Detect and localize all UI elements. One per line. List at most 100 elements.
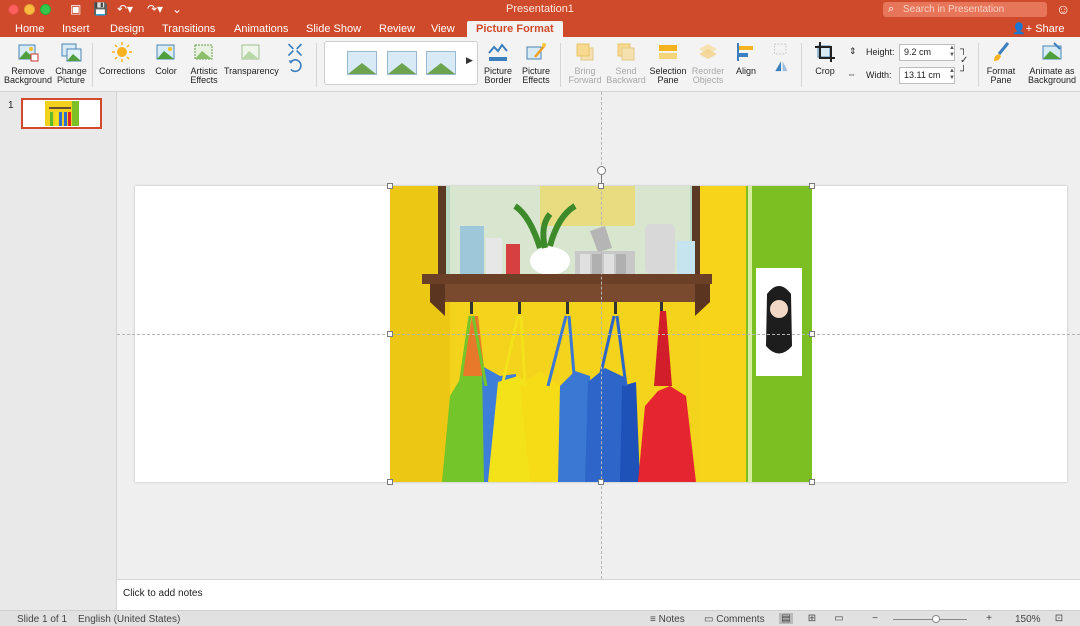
zoom-out-icon[interactable]: − bbox=[868, 613, 882, 624]
zoom-slider[interactable] bbox=[893, 615, 967, 623]
tab-insert[interactable]: Insert bbox=[62, 21, 90, 37]
slide-counter: Slide 1 of 1 bbox=[17, 614, 68, 625]
tab-picture-format[interactable]: Picture Format bbox=[467, 21, 563, 37]
notes-button[interactable]: ≡ Notes bbox=[650, 613, 685, 626]
reorder-objects-button[interactable]: Reorder Objects bbox=[690, 41, 726, 85]
send-backward-label-2: Backward bbox=[606, 75, 646, 85]
corrections-button[interactable]: Corrections bbox=[98, 41, 146, 76]
search-input[interactable]: ⌕ Search in Presentation bbox=[883, 2, 1047, 17]
remove-background-button[interactable]: Remove Background bbox=[4, 41, 52, 85]
zoom-slider-knob[interactable] bbox=[931, 615, 940, 623]
animate-as-background-button[interactable]: Animate as Background bbox=[1026, 41, 1078, 85]
fit-to-window-icon[interactable]: ⊡ bbox=[1052, 613, 1066, 624]
tab-slide-show[interactable]: Slide Show bbox=[306, 21, 361, 37]
share-label: Share bbox=[1035, 23, 1065, 35]
resize-handle-top[interactable] bbox=[598, 183, 604, 189]
picture-border-label-2: Border bbox=[484, 75, 512, 85]
compress-pictures-button[interactable] bbox=[283, 41, 307, 77]
language-indicator[interactable]: English (United States) bbox=[78, 613, 180, 626]
slide-canvas[interactable] bbox=[117, 92, 1080, 579]
height-icon: ⇕ bbox=[849, 46, 857, 56]
horizontal-smart-guide bbox=[117, 334, 1080, 335]
resize-handle-right[interactable] bbox=[809, 331, 815, 337]
selection-pane-button[interactable]: Selection Pane bbox=[648, 41, 688, 85]
ribbon: Remove Background Change Picture Correct… bbox=[0, 37, 1080, 92]
picture-style-1[interactable] bbox=[347, 51, 377, 75]
change-picture-icon bbox=[61, 43, 82, 62]
bring-forward-icon bbox=[576, 43, 594, 61]
width-field[interactable]: 13.11 cm bbox=[899, 67, 955, 84]
change-picture-label-2: Picture bbox=[56, 75, 85, 85]
resize-handle-left[interactable] bbox=[387, 331, 393, 337]
slide-thumbnail[interactable] bbox=[21, 98, 102, 129]
remove-background-icon bbox=[18, 44, 39, 62]
ribbon-separator bbox=[560, 43, 561, 87]
picture-style-2[interactable] bbox=[387, 51, 417, 75]
crop-icon bbox=[815, 42, 835, 62]
crop-button[interactable]: Crop bbox=[808, 41, 842, 76]
gallery-more-icon[interactable]: ▶ bbox=[466, 55, 473, 66]
slide-number: 1 bbox=[8, 100, 14, 111]
picture-styles-gallery[interactable]: ▶ bbox=[324, 41, 478, 85]
resize-handle-bottom-right[interactable] bbox=[809, 479, 815, 485]
send-backward-button[interactable]: Send Backward bbox=[606, 41, 646, 85]
slide-thumbnail-pane: 1 bbox=[0, 92, 117, 610]
remove-background-label-2: Background bbox=[4, 75, 53, 85]
ribbon-separator bbox=[92, 43, 93, 87]
notes-pane[interactable]: Click to add notes bbox=[117, 579, 1080, 610]
format-pane-button[interactable]: Format Pane bbox=[983, 41, 1019, 85]
height-stepper[interactable]: ▲ ▼ bbox=[949, 45, 955, 59]
width-label: Width: bbox=[866, 70, 892, 80]
height-label: Height: bbox=[866, 47, 895, 57]
share-button[interactable]: 👤+ Share bbox=[1012, 21, 1065, 37]
change-picture-button[interactable]: Change Picture bbox=[54, 41, 88, 85]
picture-effects-label-2: Effects bbox=[522, 75, 550, 85]
slide-thumbnail-image bbox=[45, 101, 79, 126]
tab-transitions[interactable]: Transitions bbox=[162, 21, 215, 37]
tab-review[interactable]: Review bbox=[379, 21, 415, 37]
picture-effects-icon bbox=[526, 43, 546, 60]
notes-icon: ≡ bbox=[650, 614, 659, 625]
send-backward-icon bbox=[617, 43, 635, 61]
slide-sorter-view-icon[interactable]: ⊞ bbox=[805, 613, 819, 624]
tab-home[interactable]: Home bbox=[15, 21, 44, 37]
zoom-in-icon[interactable]: + bbox=[982, 613, 996, 624]
reorder-objects-icon bbox=[699, 44, 717, 59]
align-button[interactable]: Align bbox=[731, 41, 761, 76]
bring-forward-label-2: Forward bbox=[568, 75, 602, 85]
reading-view-icon[interactable]: ▭ bbox=[832, 613, 846, 624]
picture-style-3[interactable] bbox=[426, 51, 456, 75]
artistic-effects-icon bbox=[194, 44, 213, 60]
picture-effects-button[interactable]: Picture Effects bbox=[519, 41, 553, 85]
normal-view-icon[interactable]: ▤ bbox=[779, 613, 793, 624]
rotation-handle[interactable] bbox=[597, 166, 606, 175]
feedback-smiley-icon[interactable]: ☺ bbox=[1056, 1, 1070, 17]
picture-border-button[interactable]: Picture Border bbox=[481, 41, 515, 85]
resize-handle-top-left[interactable] bbox=[387, 183, 393, 189]
tab-design[interactable]: Design bbox=[110, 21, 144, 37]
bring-forward-button[interactable]: Bring Forward bbox=[566, 41, 604, 85]
lock-aspect-icon[interactable]: ┐ ✓ ┘ bbox=[960, 44, 968, 77]
resize-handle-bottom[interactable] bbox=[598, 479, 604, 485]
reorder-objects-label-2: Objects bbox=[692, 75, 724, 85]
resize-handle-bottom-left[interactable] bbox=[387, 479, 393, 485]
status-bar: Slide 1 of 1 English (United States) ≡ N… bbox=[0, 610, 1080, 626]
tab-view[interactable]: View bbox=[431, 21, 455, 37]
tab-animations[interactable]: Animations bbox=[234, 21, 288, 37]
resize-handle-top-right[interactable] bbox=[809, 183, 815, 189]
paintbrush-icon bbox=[994, 42, 1010, 61]
color-button[interactable]: Color bbox=[150, 41, 182, 76]
width-icon: ⇔ bbox=[847, 69, 856, 79]
zoom-level[interactable]: 150% bbox=[1015, 613, 1041, 626]
ribbon-separator bbox=[978, 43, 979, 87]
height-field[interactable]: 9.2 cm bbox=[899, 44, 955, 61]
sun-icon bbox=[112, 42, 132, 62]
group-objects-button[interactable] bbox=[770, 41, 792, 77]
align-icon bbox=[737, 43, 753, 61]
artistic-effects-button[interactable]: Artistic Effects bbox=[186, 41, 222, 85]
transparency-button[interactable]: Transparency bbox=[224, 41, 279, 76]
width-stepper[interactable]: ▲ ▼ bbox=[949, 68, 955, 82]
color-picture-icon bbox=[156, 44, 175, 60]
comments-button[interactable]: ▭ Comments bbox=[704, 613, 765, 626]
add-person-icon: 👤+ bbox=[1012, 23, 1036, 35]
